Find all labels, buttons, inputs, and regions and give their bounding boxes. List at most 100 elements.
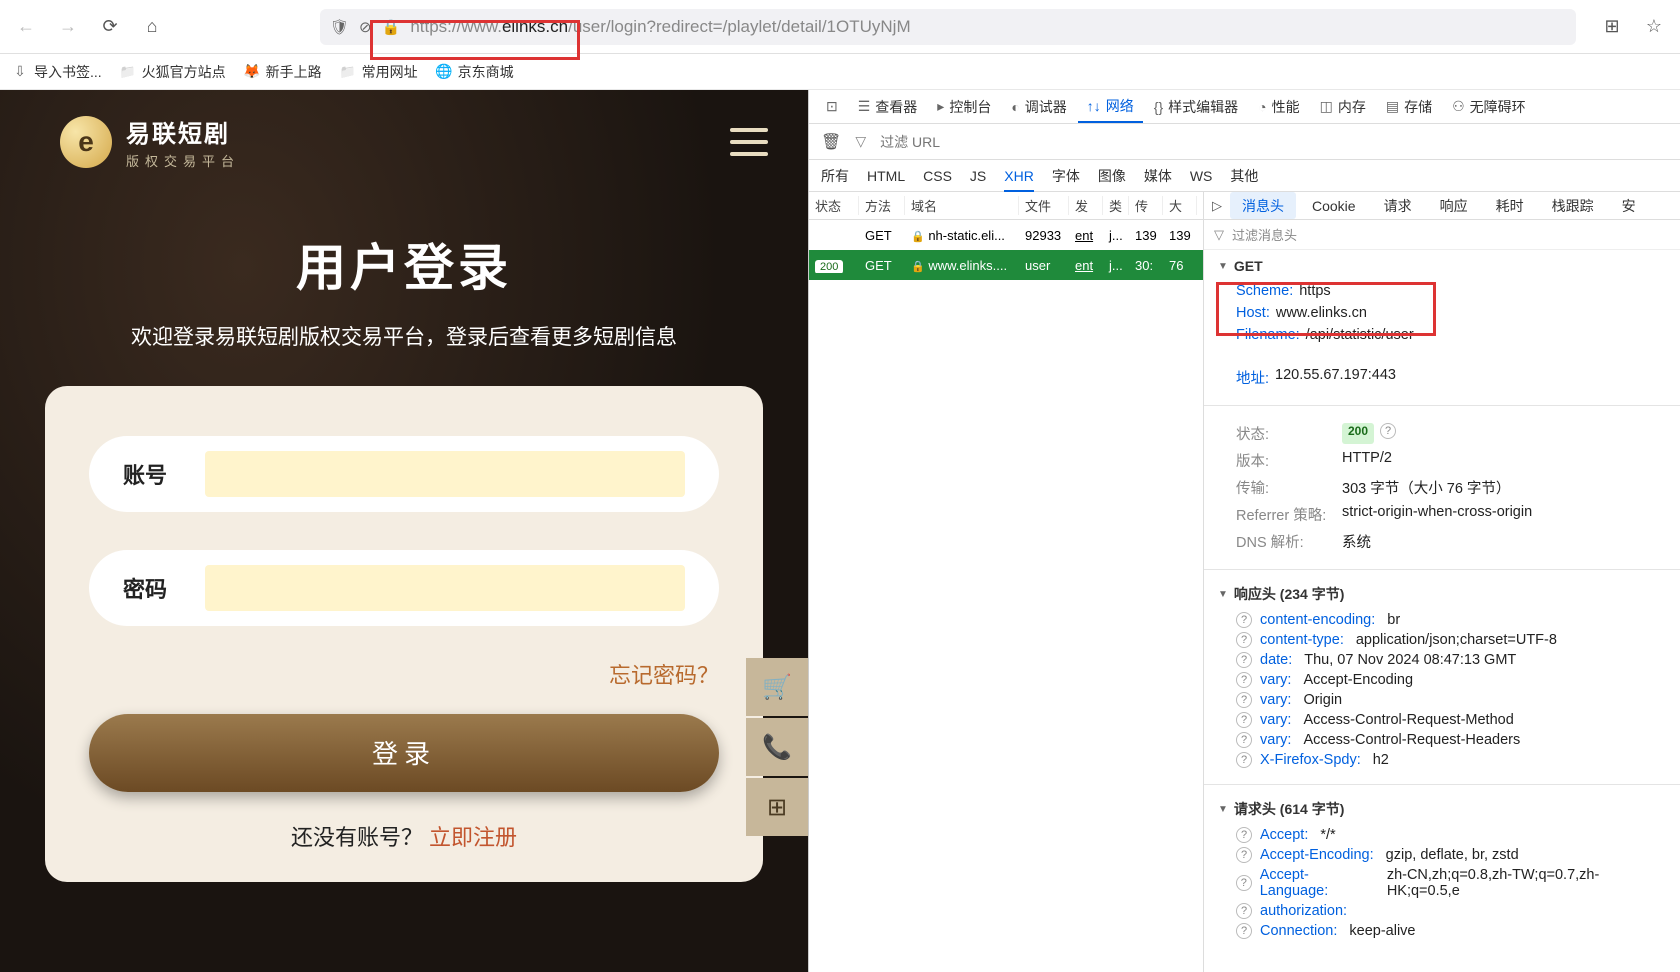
help-icon[interactable]: ?: [1236, 652, 1252, 668]
help-icon[interactable]: ?: [1236, 903, 1252, 919]
tab-memory[interactable]: ◫内存: [1311, 90, 1375, 123]
logo: e 易联短剧 版权交易平台: [60, 114, 240, 170]
type-all[interactable]: 所有: [821, 166, 849, 186]
help-icon[interactable]: ?: [1236, 752, 1252, 768]
header-row: ?Accept-Languagezh-CN,zh;q=0.8,zh-TW;q=0…: [1218, 865, 1666, 901]
dtab-headers[interactable]: 消息头: [1230, 192, 1296, 219]
help-icon[interactable]: ?: [1236, 712, 1252, 728]
type-fonts[interactable]: 字体: [1052, 166, 1080, 186]
tab-storage[interactable]: ▤存储: [1377, 90, 1441, 123]
tab-inspector[interactable]: ☰查看器: [849, 90, 927, 123]
header-row: ?varyOrigin: [1218, 690, 1666, 710]
tab-a11y[interactable]: ⚇无障碍环: [1443, 90, 1535, 123]
account-row: 账号: [89, 436, 719, 512]
nav-reload-button[interactable]: ⟳: [96, 13, 124, 41]
phone-button[interactable]: 📞: [746, 718, 808, 776]
bookmark-common[interactable]: 常用网址: [340, 62, 418, 82]
cart-icon: 🛒: [762, 673, 792, 702]
nav-back-button[interactable]: ←: [12, 13, 40, 41]
tab-style[interactable]: {}样式编辑器: [1145, 90, 1247, 123]
password-label: 密码: [123, 572, 193, 604]
bookmark-jd[interactable]: 🌐京东商城: [436, 62, 514, 82]
header-row: ?Accept*/*: [1218, 825, 1666, 845]
help-icon[interactable]: ?: [1236, 923, 1252, 939]
forgot-password-link[interactable]: 忘记密码？: [89, 658, 719, 690]
login-form: 账号 密码 忘记密码？ 登录 还没有账号？立即注册: [45, 386, 763, 882]
nav-forward-button[interactable]: →: [54, 13, 82, 41]
memory-icon: ◫: [1320, 98, 1333, 115]
type-ws[interactable]: WS: [1190, 168, 1213, 184]
folder-icon: [340, 64, 356, 80]
request-row[interactable]: GET 🔒 nh-static.eli... 92933 ent j... 13…: [809, 220, 1203, 250]
header-row: ?Connectionkeep-alive: [1218, 921, 1666, 941]
folder-icon: [120, 64, 136, 80]
floating-actions: 🛒 📞 ⊞: [746, 658, 808, 838]
request-headers-toggle[interactable]: 请求头 (614 字节): [1218, 799, 1666, 819]
inspector-icon: ☰: [858, 98, 871, 115]
lock-icon: 🔒: [911, 231, 925, 243]
help-icon[interactable]: ?: [1380, 423, 1396, 439]
clear-button[interactable]: 🗑: [821, 132, 841, 152]
help-icon[interactable]: ?: [1236, 612, 1252, 628]
bookmark-import[interactable]: ⇩导入书签...: [12, 62, 102, 82]
type-images[interactable]: 图像: [1098, 166, 1126, 186]
qr-button[interactable]: ⊞: [746, 778, 808, 836]
login-button[interactable]: 登录: [89, 714, 719, 792]
bookmark-fox[interactable]: 火狐官方站点: [120, 62, 226, 82]
type-other[interactable]: 其他: [1230, 166, 1258, 186]
tab-performance[interactable]: ◔性能: [1249, 90, 1308, 123]
request-details: ▷ 消息头 Cookie 请求 响应 耗时 栈跟踪 安 ▽过滤消息头 GET S…: [1204, 192, 1680, 972]
dtab-security[interactable]: 安: [1610, 192, 1648, 219]
qr-icon: ⊞: [767, 793, 787, 822]
type-js[interactable]: JS: [970, 168, 986, 184]
bookmark-star-icon[interactable]: ☆: [1640, 13, 1668, 41]
type-html[interactable]: HTML: [867, 168, 905, 184]
qr-icon[interactable]: ⊞: [1598, 13, 1626, 41]
tab-network[interactable]: ↑↓网络: [1078, 90, 1143, 123]
login-page: e 易联短剧 版权交易平台 用户登录 欢迎登录易联短剧版权交易平台，登录后查看更…: [0, 90, 808, 972]
dtab-stack[interactable]: 栈跟踪: [1540, 192, 1606, 219]
help-icon[interactable]: ?: [1236, 692, 1252, 708]
help-icon[interactable]: ?: [1236, 875, 1252, 891]
filter-url-input[interactable]: [880, 134, 1080, 150]
tab-debugger[interactable]: ◐调试器: [1002, 90, 1075, 123]
funnel-icon: ▽: [1214, 227, 1224, 243]
resend-icon[interactable]: ▷: [1212, 198, 1222, 214]
help-icon[interactable]: ?: [1236, 672, 1252, 688]
cart-button[interactable]: 🛒: [746, 658, 808, 716]
register-link[interactable]: 立即注册: [429, 825, 517, 850]
menu-button[interactable]: [730, 128, 768, 156]
type-css[interactable]: CSS: [923, 168, 952, 184]
help-icon[interactable]: ?: [1236, 847, 1252, 863]
lock-icon: 🔒: [911, 261, 925, 273]
request-list: 状态 方法 域名 文件 发 类 传 大 GET 🔒 nh-static.eli.…: [809, 192, 1204, 972]
section-get-header[interactable]: GET: [1218, 258, 1666, 274]
type-xhr[interactable]: XHR: [1004, 168, 1034, 192]
bookmarks-bar: ⇩导入书签... 火狐官方站点 🦊新手上路 常用网址 🌐京东商城: [0, 54, 1680, 90]
url-text: https://www.elinks.cn/user/login?redirec…: [410, 17, 1566, 37]
tab-console[interactable]: ▸控制台: [928, 90, 1000, 123]
help-icon[interactable]: ?: [1236, 827, 1252, 843]
dtab-response[interactable]: 响应: [1428, 192, 1480, 219]
header-row: ?varyAccept-Encoding: [1218, 670, 1666, 690]
account-input[interactable]: [205, 451, 685, 497]
dtab-cookie[interactable]: Cookie: [1300, 192, 1368, 219]
filter-headers[interactable]: ▽过滤消息头: [1204, 220, 1680, 250]
request-type-filters: 所有 HTML CSS JS XHR 字体 图像 媒体 WS 其他: [809, 160, 1680, 192]
help-icon[interactable]: ?: [1236, 632, 1252, 648]
tab-picker[interactable]: ⊡: [817, 90, 847, 123]
picker-icon: ⊡: [826, 98, 838, 115]
dtab-timing[interactable]: 耗时: [1484, 192, 1536, 219]
header-row: ?Accept-Encodinggzip, deflate, br, zstd: [1218, 845, 1666, 865]
page-title: 用户登录: [0, 228, 808, 300]
dtab-request[interactable]: 请求: [1372, 192, 1424, 219]
password-input[interactable]: [205, 565, 685, 611]
response-headers-toggle[interactable]: 响应头 (234 字节): [1218, 584, 1666, 604]
request-row-selected[interactable]: 200 GET 🔒 www.elinks.... user ent j... 3…: [809, 250, 1203, 280]
type-media[interactable]: 媒体: [1144, 166, 1172, 186]
bookmark-newbie[interactable]: 🦊新手上路: [244, 62, 322, 82]
help-icon[interactable]: ?: [1236, 732, 1252, 748]
shield-icon: 🛡: [330, 18, 349, 36]
nav-home-button[interactable]: ⌂: [138, 13, 166, 41]
firefox-icon: 🦊: [244, 64, 260, 80]
